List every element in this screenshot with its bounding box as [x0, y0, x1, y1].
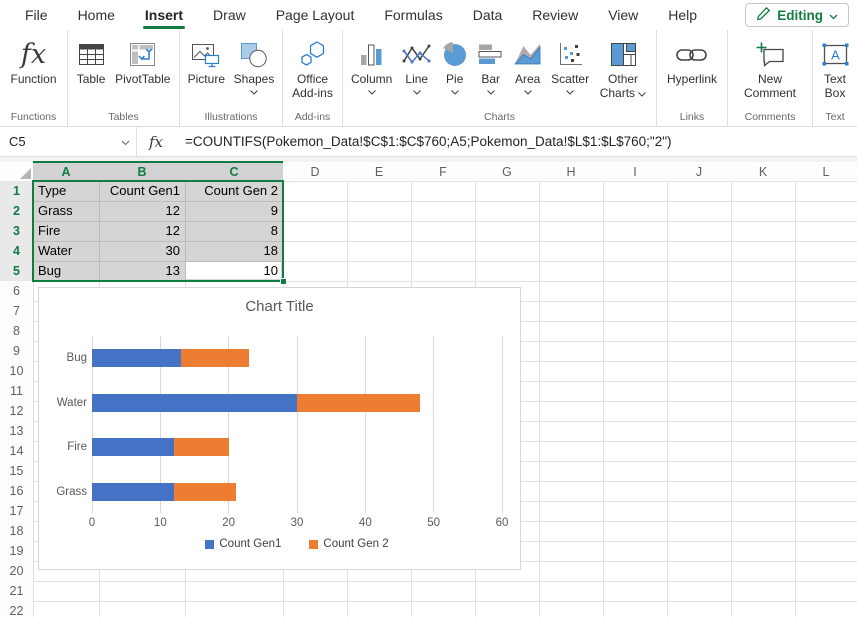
embedded-chart[interactable]: Chart Title 0 10 20 30 40 50 60 Bug Water Fire Gra…: [38, 287, 521, 570]
row-header-4[interactable]: 4: [0, 241, 33, 261]
x-tick-label: 50: [419, 517, 449, 529]
bar-segment: [174, 438, 229, 456]
category-label: Bug: [41, 352, 87, 364]
row-header-6[interactable]: 6: [0, 281, 33, 301]
grid-line: [539, 162, 540, 617]
bar-segment: [92, 394, 297, 412]
x-tick-label: 60: [487, 517, 517, 529]
category-label: Grass: [41, 486, 87, 498]
legend-label: Count Gen1: [219, 538, 281, 550]
legend-label: Count Gen 2: [323, 538, 388, 550]
row-header-7[interactable]: 7: [0, 301, 33, 321]
column-header-d[interactable]: D: [283, 162, 347, 181]
column-header-i[interactable]: I: [603, 162, 667, 181]
selected-columns-accent: [33, 161, 283, 163]
row-header-13[interactable]: 13: [0, 421, 33, 441]
grid-line: [731, 162, 732, 617]
x-tick-label: 10: [145, 517, 175, 529]
category-label: Fire: [41, 441, 87, 453]
chart-gridline: [297, 336, 298, 513]
column-header-f[interactable]: F: [411, 162, 475, 181]
chart-gridline: [433, 336, 434, 513]
row-header-5[interactable]: 5: [0, 261, 33, 281]
row-header-2[interactable]: 2: [0, 201, 33, 221]
grid-line: [667, 162, 668, 617]
row-header-8[interactable]: 8: [0, 321, 33, 341]
x-tick-label: 40: [350, 517, 380, 529]
bar-segment: [297, 394, 420, 412]
x-tick-label: 0: [77, 517, 107, 529]
legend-item: Count Gen 2: [309, 538, 388, 550]
column-header-b[interactable]: B: [99, 162, 185, 181]
select-all-corner[interactable]: [0, 162, 33, 181]
bar-segment: [92, 438, 174, 456]
selection-border: [32, 180, 284, 282]
row-header-19[interactable]: 19: [0, 541, 33, 561]
bar-segment: [174, 483, 236, 501]
excel-app: FileHomeInsertDrawPage LayoutFormulasDat…: [0, 0, 857, 617]
row-header-22[interactable]: 22: [0, 601, 33, 617]
row-header-11[interactable]: 11: [0, 381, 33, 401]
row-header-20[interactable]: 20: [0, 561, 33, 581]
column-header-k[interactable]: K: [731, 162, 795, 181]
chart-gridline: [365, 336, 366, 513]
row-header-12[interactable]: 12: [0, 401, 33, 421]
row-header-10[interactable]: 10: [0, 361, 33, 381]
bar-segment: [92, 349, 181, 367]
column-header-j[interactable]: J: [667, 162, 731, 181]
column-header-h[interactable]: H: [539, 162, 603, 181]
bar-segment: [181, 349, 249, 367]
legend-swatch: [309, 540, 318, 549]
column-header-e[interactable]: E: [347, 162, 411, 181]
row-header-3[interactable]: 3: [0, 221, 33, 241]
row-header-16[interactable]: 16: [0, 481, 33, 501]
chart-gridline: [502, 336, 503, 513]
column-header-c[interactable]: C: [185, 162, 283, 181]
row-header-15[interactable]: 15: [0, 461, 33, 481]
grid-line: [0, 581, 857, 582]
legend-swatch: [205, 540, 214, 549]
row-header-14[interactable]: 14: [0, 441, 33, 461]
selection-fill-handle[interactable]: [280, 278, 287, 285]
x-tick-label: 20: [214, 517, 244, 529]
grid-line: [0, 601, 857, 602]
row-header-1[interactable]: 1: [0, 181, 33, 201]
x-tick-label: 30: [282, 517, 312, 529]
category-label: Water: [41, 397, 87, 409]
column-header-a[interactable]: A: [33, 162, 99, 181]
legend-item: Count Gen1: [205, 538, 281, 550]
row-header-18[interactable]: 18: [0, 521, 33, 541]
row-header-9[interactable]: 9: [0, 341, 33, 361]
row-header-21[interactable]: 21: [0, 581, 33, 601]
column-header-l[interactable]: L: [795, 162, 857, 181]
grid-line: [603, 162, 604, 617]
bar-segment: [92, 483, 174, 501]
chart-title: Chart Title: [39, 298, 520, 315]
row-header-17[interactable]: 17: [0, 501, 33, 521]
column-header-g[interactable]: G: [475, 162, 539, 181]
select-all-triangle: [20, 168, 31, 179]
grid-line: [795, 162, 796, 617]
chart-legend: Count Gen1 Count Gen 2: [92, 538, 502, 550]
